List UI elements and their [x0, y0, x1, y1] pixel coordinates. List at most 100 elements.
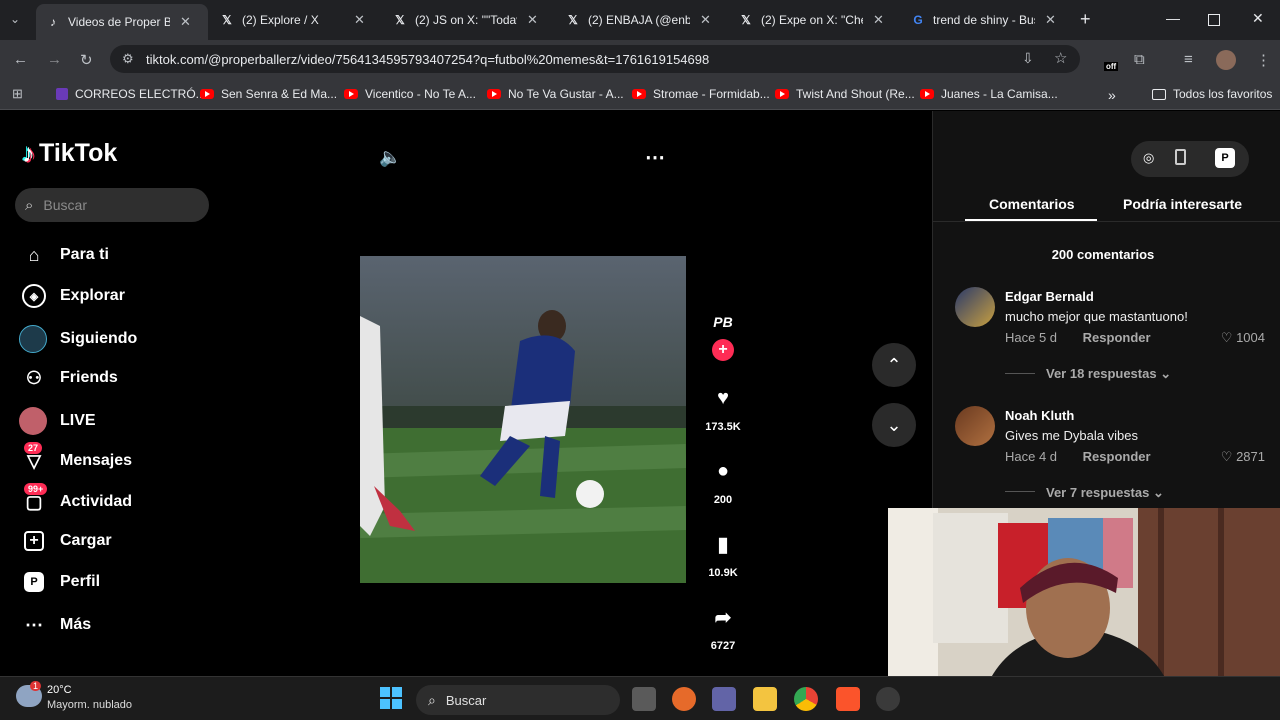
- view-replies-button[interactable]: Ver 7 respuestas ⌄: [1046, 485, 1164, 501]
- avatar[interactable]: [955, 287, 995, 327]
- file-explorer-icon[interactable]: [753, 687, 777, 711]
- comment-button[interactable]: ● 200: [700, 454, 746, 507]
- apps-grid-icon[interactable]: ⊞: [12, 86, 23, 102]
- comment-username[interactable]: Edgar Bernald: [1005, 289, 1094, 304]
- nav-live[interactable]: LIVE: [19, 407, 96, 435]
- new-tab-icon[interactable]: +: [1080, 9, 1091, 30]
- tab-title: trend de shiny - Busca: [933, 13, 1035, 27]
- all-bookmarks-folder[interactable]: Todos los favoritos: [1152, 87, 1272, 101]
- close-tab-icon[interactable]: ✕: [527, 12, 538, 28]
- reply-button[interactable]: Responder: [1083, 449, 1151, 464]
- browser-tab-1[interactable]: ♪ Videos de Proper Ball ✕: [36, 4, 208, 40]
- bookmark-item[interactable]: Twist And Shout (Re...: [775, 87, 915, 101]
- browser-tab-3[interactable]: 𝕏 (2) JS on X: ""Todavía ✕: [383, 7, 553, 33]
- device-icon[interactable]: [1175, 149, 1186, 165]
- creator-avatar[interactable]: PB: [710, 314, 736, 340]
- tab-comentarios[interactable]: Comentarios: [989, 196, 1075, 212]
- avatar[interactable]: [955, 406, 995, 446]
- task-view-icon[interactable]: [632, 687, 656, 711]
- bookmark-item[interactable]: Sen Senra & Ed Ma...: [200, 87, 337, 101]
- video-options-icon[interactable]: ⋯: [645, 145, 665, 170]
- restore-icon[interactable]: [1208, 14, 1220, 26]
- close-tab-icon[interactable]: ✕: [873, 12, 884, 28]
- tab-podria-interesarte[interactable]: Podría interesarte: [1123, 196, 1242, 212]
- firefox-icon[interactable]: [672, 687, 696, 711]
- close-tab-icon[interactable]: ✕: [700, 12, 711, 28]
- nav-mas[interactable]: ⋯ Más: [22, 613, 91, 637]
- weather-icon[interactable]: 1: [16, 681, 42, 707]
- tab-title: (2) JS on X: ""Todavía: [415, 13, 517, 27]
- omnibox[interactable]: ⚙ tiktok.com/@properballerz/video/756413…: [110, 45, 1080, 73]
- app-icon[interactable]: [876, 687, 900, 711]
- nav-perfil[interactable]: P Perfil: [22, 572, 100, 592]
- browser-tab-4[interactable]: 𝕏 (2) ENBAJA (@enbaja ✕: [556, 7, 726, 33]
- reload-icon[interactable]: ↻: [80, 51, 93, 69]
- chrome-icon[interactable]: [794, 687, 818, 711]
- bookmark-item[interactable]: CORREOS ELECTRÓ...: [56, 87, 206, 101]
- nav-para-ti[interactable]: ⌂ Para ti: [22, 243, 109, 267]
- bookmark-item[interactable]: No Te Va Gustar - A...: [487, 87, 624, 101]
- install-icon[interactable]: ⇩: [1022, 50, 1034, 67]
- volume-icon[interactable]: 🔈: [379, 147, 401, 168]
- nav-friends[interactable]: ⚇ Friends: [22, 366, 118, 390]
- reply-button[interactable]: Responder: [1083, 330, 1151, 345]
- comment-like-count: 1004: [1236, 330, 1265, 345]
- nav-siguiendo[interactable]: Siguiendo: [19, 325, 137, 353]
- comment-username[interactable]: Noah Kluth: [1005, 408, 1074, 423]
- previous-video-button[interactable]: ⌃: [872, 343, 916, 387]
- view-mode-switcher: ◎ P: [1131, 141, 1249, 177]
- browser-tab-6[interactable]: G trend de shiny - Busca ✕: [901, 7, 1073, 33]
- more-bookmarks-icon[interactable]: »: [1108, 87, 1116, 103]
- forward-icon[interactable]: →: [47, 51, 62, 68]
- nav-actividad[interactable]: ▢ 99+ Actividad: [22, 483, 132, 514]
- windows-taskbar: 1 20°C Mayorm. nublado ⌕ Buscar: [0, 676, 1280, 720]
- tiktok-logo[interactable]: ♪ TikTok: [22, 138, 117, 169]
- search-input[interactable]: ⌕ Buscar: [15, 188, 209, 222]
- windows-start-icon[interactable]: [380, 687, 402, 709]
- close-tab-icon[interactable]: ✕: [180, 14, 191, 30]
- like-button[interactable]: ♥ 173.5K: [700, 381, 746, 434]
- nav-explorar[interactable]: ◈ Explorar: [22, 284, 125, 308]
- bookmark-item[interactable]: Stromae - Formidab...: [632, 87, 770, 101]
- view-replies-button[interactable]: Ver 18 respuestas ⌄: [1046, 366, 1171, 382]
- save-button[interactable]: ▮ 10.9K: [700, 527, 746, 580]
- site-info-icon[interactable]: ⚙: [122, 51, 134, 67]
- close-window-icon[interactable]: ✕: [1252, 10, 1264, 27]
- brave-icon[interactable]: [836, 687, 860, 711]
- weather-temp[interactable]: 20°C: [47, 684, 72, 696]
- share-button[interactable]: ➦ 6727: [700, 600, 746, 653]
- media-control-icon[interactable]: ≡: [1184, 51, 1193, 68]
- profile-avatar[interactable]: [1216, 50, 1236, 70]
- comment-like-button[interactable]: ♡ 2871: [1221, 449, 1265, 465]
- teams-icon[interactable]: [712, 687, 736, 711]
- close-tab-icon[interactable]: ✕: [354, 12, 365, 28]
- back-icon[interactable]: ←: [13, 51, 28, 68]
- home-icon: ⌂: [28, 244, 40, 265]
- next-video-button[interactable]: ⌄: [872, 403, 916, 447]
- bookmark-item[interactable]: Vicentico - No Te A...: [344, 87, 476, 101]
- nav-cargar[interactable]: + Cargar: [22, 531, 112, 551]
- minimize-icon[interactable]: —: [1166, 10, 1180, 26]
- comment-like-button[interactable]: ♡ 1004: [1221, 330, 1265, 346]
- profile-mode-icon[interactable]: P: [1215, 148, 1235, 168]
- browser-tab-2[interactable]: 𝕏 (2) Explore / X ✕: [210, 7, 380, 33]
- extension-off-icon[interactable]: off: [1100, 50, 1120, 71]
- weather-desc[interactable]: Mayorm. nublado: [47, 699, 132, 711]
- browser-tab-5[interactable]: 𝕏 (2) Expe on X: "Che lo ✕: [729, 7, 899, 33]
- youtube-icon: [487, 89, 501, 99]
- tab-title: (2) Expe on X: "Che lo: [761, 13, 863, 27]
- compass-mode-icon[interactable]: ◎: [1143, 150, 1154, 166]
- bookmark-star-icon[interactable]: ☆: [1054, 49, 1067, 67]
- tab-search-icon[interactable]: ⌄: [10, 12, 20, 26]
- heart-icon: ♥: [717, 386, 729, 409]
- nav-label: LIVE: [60, 412, 96, 429]
- browser-menu-icon[interactable]: ⋮: [1256, 51, 1271, 69]
- bookmark-item[interactable]: Juanes - La Camisa...: [920, 87, 1058, 101]
- youtube-icon: [775, 89, 789, 99]
- nav-mensajes[interactable]: ▽ 27 Mensajes: [22, 442, 132, 473]
- follow-plus-button[interactable]: +: [712, 339, 734, 361]
- extensions-puzzle-icon[interactable]: ⧉: [1134, 51, 1145, 68]
- video-player[interactable]: [360, 256, 686, 583]
- taskbar-search[interactable]: ⌕ Buscar: [416, 685, 620, 715]
- close-tab-icon[interactable]: ✕: [1045, 12, 1056, 28]
